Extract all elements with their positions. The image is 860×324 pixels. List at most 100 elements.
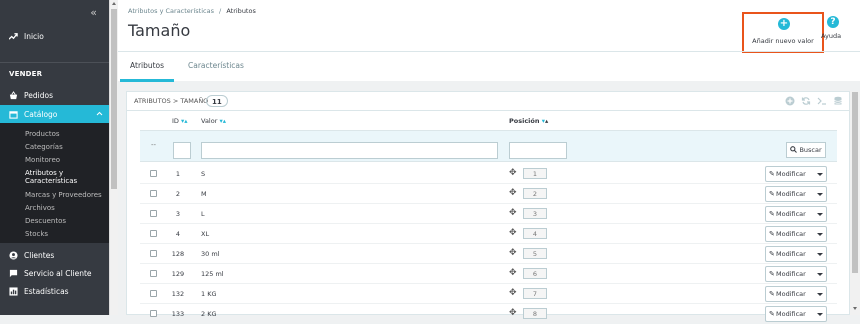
row-value: M <box>201 190 207 198</box>
column-header-position[interactable]: Posición ▾▴ <box>509 117 548 125</box>
row-checkbox[interactable] <box>150 230 157 237</box>
row-checkbox[interactable] <box>150 190 157 197</box>
add-circle-icon[interactable] <box>785 96 795 106</box>
column-label-value: Valor <box>201 117 218 125</box>
catalog-submenu: Productos Categorías Monitoreo Atributos… <box>0 123 109 243</box>
collapse-sidebar-icon[interactable]: « <box>90 7 97 18</box>
drag-move-icon[interactable]: ✥ <box>509 268 517 278</box>
submenu-item-archivos[interactable]: Archivos <box>25 204 55 212</box>
edit-button[interactable]: ✎ Modificar <box>765 186 827 202</box>
help-button[interactable]: ? Ayuda <box>821 16 841 40</box>
row-checkbox[interactable] <box>150 210 157 217</box>
row-id: 1 <box>175 170 181 178</box>
row-id: 2 <box>175 190 181 198</box>
sidebar-item-label: Servicio al Cliente <box>24 269 92 278</box>
pencil-icon: ✎ <box>769 210 775 218</box>
dropdown-caret-icon[interactable] <box>817 233 823 236</box>
drag-move-icon[interactable]: ✥ <box>509 188 517 198</box>
refresh-icon[interactable] <box>801 96 811 106</box>
submenu-item-monitoreo[interactable]: Monitoreo <box>25 156 60 164</box>
submenu-item-descuentos[interactable]: Descuentos <box>25 217 66 225</box>
sort-arrows-icon[interactable]: ▾▴ <box>181 117 188 125</box>
edit-button[interactable]: ✎ Modificar <box>765 206 827 222</box>
pencil-icon: ✎ <box>769 190 775 198</box>
row-checkbox[interactable] <box>150 170 157 177</box>
submenu-item-atributos[interactable]: Atributos y Características <box>25 169 95 185</box>
row-position: 1 <box>523 168 547 179</box>
column-header-id[interactable]: ID ▾▴ <box>172 117 188 125</box>
drag-move-icon[interactable]: ✥ <box>509 168 517 178</box>
submenu-item-categorias[interactable]: Categorías <box>25 143 63 151</box>
submenu-item-stocks[interactable]: Stocks <box>25 230 48 238</box>
dropdown-caret-icon[interactable] <box>817 293 823 296</box>
scrollbar-thumb[interactable] <box>111 9 117 189</box>
edit-button[interactable]: ✎ Modificar <box>765 286 827 302</box>
sidebar-item-estadisticas[interactable]: Estadísticas <box>0 283 109 300</box>
submenu-item-productos[interactable]: Productos <box>25 130 60 138</box>
edit-button-label: Modificar <box>776 190 806 198</box>
table-row[interactable]: 128 30 ml ✥ 5 ✎ Modificar <box>140 244 837 264</box>
sidebar-item-pedidos[interactable]: Pedidos <box>0 87 109 104</box>
sidebar-item-servicio[interactable]: Servicio al Cliente <box>0 265 109 282</box>
filter-position-input[interactable] <box>509 142 567 159</box>
breadcrumb-parent-link[interactable]: Atributos y Características <box>128 7 214 15</box>
dropdown-caret-icon[interactable] <box>817 193 823 196</box>
drag-move-icon[interactable]: ✥ <box>509 208 517 218</box>
drag-move-icon[interactable]: ✥ <box>509 248 517 258</box>
page-scrollbar[interactable] <box>850 91 860 315</box>
column-header-value[interactable]: Valor ▾▴ <box>201 117 226 125</box>
tab-caracteristicas[interactable]: Características <box>178 52 254 82</box>
sql-terminal-icon[interactable] <box>817 96 827 106</box>
table-row[interactable]: 2 M ✥ 2 ✎ Modificar <box>140 184 837 204</box>
drag-move-icon[interactable]: ✥ <box>509 308 517 318</box>
row-checkbox[interactable] <box>150 270 157 277</box>
scroll-down-arrow-icon[interactable] <box>853 307 857 310</box>
sort-arrows-icon[interactable]: ▾▴ <box>542 117 549 125</box>
edit-button[interactable]: ✎ Modificar <box>765 306 827 322</box>
table-row[interactable]: 133 2 KG ✥ 8 ✎ Modificar <box>140 304 837 324</box>
sidebar-item-clientes[interactable]: Clientes <box>0 247 109 264</box>
dropdown-caret-icon[interactable] <box>817 213 823 216</box>
table-row[interactable]: 129 125 ml ✥ 6 ✎ Modificar <box>140 264 837 284</box>
table-row[interactable]: 1 S ✥ 1 ✎ Modificar <box>140 164 837 184</box>
edit-button[interactable]: ✎ Modificar <box>765 226 827 242</box>
tab-atributos[interactable]: Atributos <box>120 52 175 82</box>
edit-button[interactable]: ✎ Modificar <box>765 246 827 262</box>
edit-button[interactable]: ✎ Modificar <box>765 166 827 182</box>
row-position: 6 <box>523 268 547 279</box>
table-row[interactable]: 132 1 KG ✥ 7 ✎ Modificar <box>140 284 837 304</box>
drag-move-icon[interactable]: ✥ <box>509 228 517 238</box>
pencil-icon: ✎ <box>769 290 775 298</box>
row-id: 3 <box>175 210 181 218</box>
database-icon[interactable] <box>833 96 843 106</box>
dropdown-caret-icon[interactable] <box>817 253 823 256</box>
dropdown-caret-icon[interactable] <box>817 173 823 176</box>
add-new-value-button[interactable]: + Añadir nuevo valor <box>742 12 824 53</box>
breadcrumb: Atributos y Características / Atributos <box>128 7 256 15</box>
edit-button[interactable]: ✎ Modificar <box>765 266 827 282</box>
table-row[interactable]: 4 XL ✥ 4 ✎ Modificar <box>140 224 837 244</box>
sidebar-item-inicio[interactable]: Inicio <box>0 28 109 45</box>
row-value: 2 KG <box>201 310 217 318</box>
sidebar-scrollbar[interactable] <box>109 0 118 315</box>
sidebar-item-label: Pedidos <box>24 91 53 100</box>
table-row[interactable]: 3 L ✥ 3 ✎ Modificar <box>140 204 837 224</box>
page-title: Tamaño <box>128 21 191 40</box>
drag-move-icon[interactable]: ✥ <box>509 288 517 298</box>
plus-circle-icon: + <box>778 18 790 30</box>
scroll-up-arrow-icon[interactable] <box>112 2 116 5</box>
sort-arrows-icon[interactable]: ▾▴ <box>219 117 226 125</box>
dropdown-caret-icon[interactable] <box>817 273 823 276</box>
help-label: Ayuda <box>821 32 842 40</box>
submenu-item-marcas[interactable]: Marcas y Proveedores <box>25 191 102 199</box>
account-circle-icon <box>9 251 18 260</box>
scrollbar-thumb[interactable] <box>852 92 858 273</box>
sidebar-item-catalogo[interactable]: Catálogo <box>0 105 109 123</box>
filter-value-input[interactable] <box>201 142 498 159</box>
search-button[interactable]: Buscar <box>786 142 826 158</box>
row-checkbox[interactable] <box>150 310 157 317</box>
pencil-icon: ✎ <box>769 250 775 258</box>
filter-id-input[interactable] <box>173 142 191 159</box>
row-checkbox[interactable] <box>150 250 157 257</box>
row-checkbox[interactable] <box>150 290 157 297</box>
